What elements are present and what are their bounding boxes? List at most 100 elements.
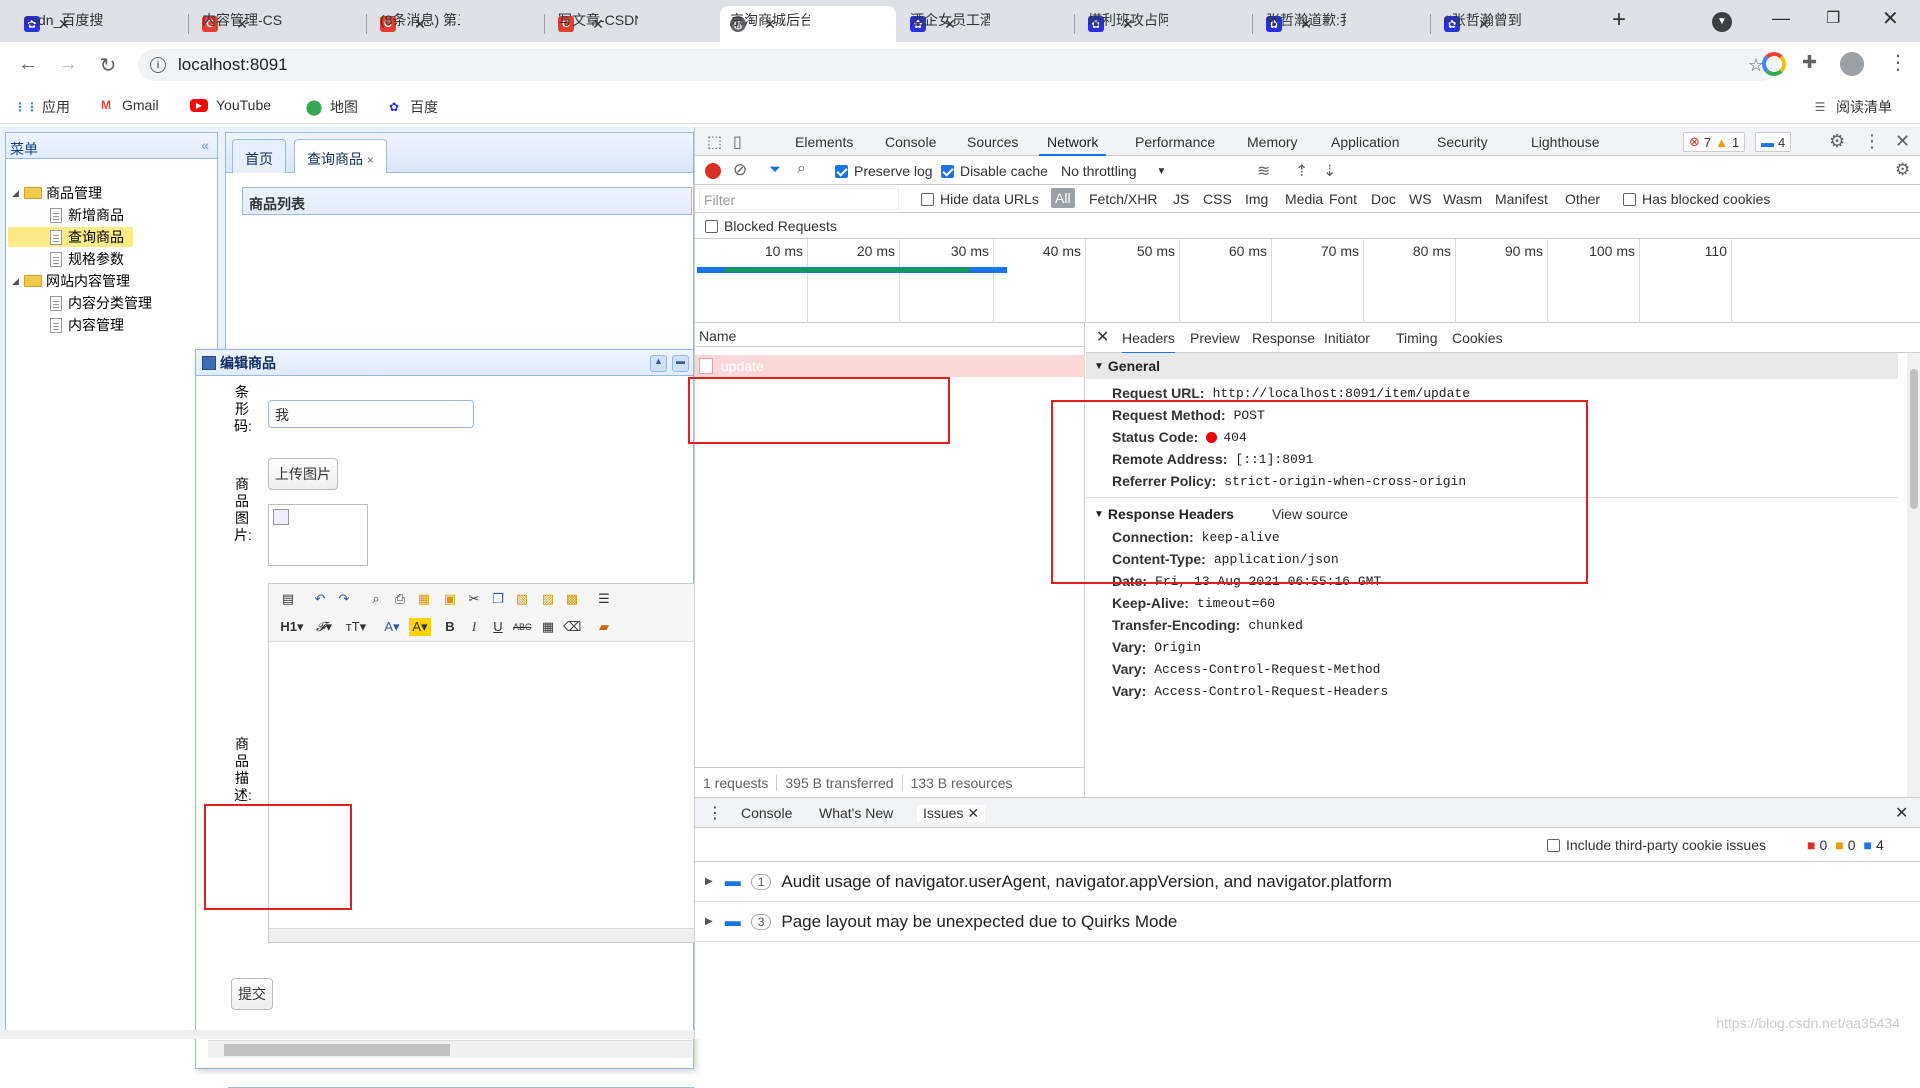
filter-input[interactable]: Filter xyxy=(699,188,899,210)
filter-funnel-icon[interactable]: ⏷ xyxy=(769,161,781,178)
devtools-tab-network[interactable]: Network xyxy=(1039,127,1107,156)
request-row-update[interactable]: update xyxy=(695,355,1085,377)
table-icon[interactable]: ▦ xyxy=(539,618,557,636)
print-icon[interactable]: ⎙ xyxy=(391,590,409,608)
clear-icon[interactable]: ⊘ xyxy=(733,160,747,180)
bookmark-gmail[interactable]: M Gmail xyxy=(98,97,159,113)
checkbox[interactable] xyxy=(1623,192,1636,206)
expand-arrow-icon[interactable]: ◢ xyxy=(12,276,24,287)
tree-folder-site-content[interactable]: ◢ 网站内容管理 xyxy=(12,271,130,291)
expand-triangle-icon[interactable]: ▶ xyxy=(705,876,713,887)
undo-icon[interactable]: ↶ xyxy=(311,590,329,608)
filter-type-doc[interactable]: Doc xyxy=(1371,191,1396,207)
search-icon[interactable]: ⌕ xyxy=(797,160,806,178)
checkbox-checked[interactable] xyxy=(941,164,954,178)
reading-list[interactable]: ☰ 阅读清单 xyxy=(1812,97,1892,117)
italic-icon[interactable]: I xyxy=(465,618,483,636)
filter-type-css[interactable]: CSS xyxy=(1203,191,1232,207)
extensions-puzzle-icon[interactable]: ✚ xyxy=(1802,52,1817,73)
name-column-header[interactable]: Name xyxy=(695,323,1084,347)
site-info-icon[interactable]: i xyxy=(150,57,166,73)
scrollbar-thumb[interactable] xyxy=(224,1044,450,1056)
horizontal-scrollbar[interactable] xyxy=(208,1040,692,1058)
font-size-icon[interactable]: ᴛT▾ xyxy=(343,618,369,636)
detail-tab-preview[interactable]: Preview xyxy=(1190,330,1240,346)
devtools-tab-console[interactable]: Console xyxy=(885,127,936,156)
reload-icon[interactable]: ↻ xyxy=(96,53,120,78)
copy-icon[interactable]: ❐ xyxy=(489,590,507,608)
profile-avatar-icon[interactable] xyxy=(1840,52,1864,76)
strikethrough-icon[interactable]: ABC xyxy=(513,618,532,636)
browser-tab[interactable]: C(8条消息) 第三✕ xyxy=(370,6,540,42)
filter-type-xhr[interactable]: Fetch/XHR xyxy=(1089,191,1157,207)
preview-icon[interactable]: ⌕ xyxy=(367,590,385,608)
browser-tab[interactable]: ✿ 酒企女员工酒 ✕ xyxy=(900,6,1070,42)
eraser-icon[interactable]: ⌫ xyxy=(563,618,581,636)
devtools-tab-memory[interactable]: Memory xyxy=(1247,127,1298,156)
paste-text-icon[interactable]: ▨ xyxy=(539,590,557,608)
upload-image-button[interactable]: 上传图片 xyxy=(268,458,338,490)
checkbox[interactable] xyxy=(921,192,934,206)
detail-tab-timing[interactable]: Timing xyxy=(1396,330,1438,346)
highlight-icon[interactable]: A▾ xyxy=(409,618,431,636)
editor-content-area[interactable] xyxy=(269,642,697,940)
address-bar[interactable]: i localhost:8091 ☆ xyxy=(138,49,1778,81)
filter-type-media[interactable]: Media xyxy=(1285,191,1323,207)
checkbox[interactable] xyxy=(1547,838,1560,852)
drawer-tab-issues[interactable]: Issues ✕ xyxy=(917,805,986,822)
disable-cache-checkbox[interactable]: Disable cache xyxy=(941,163,1048,179)
collapse-icon[interactable]: « xyxy=(201,137,209,153)
forward-arrow-icon[interactable]: → xyxy=(56,53,80,76)
devtools-tab-sources[interactable]: Sources xyxy=(967,127,1018,156)
tree-item-add-product[interactable]: 新增商品 xyxy=(50,205,124,225)
browser-tab[interactable]: ✿csdn_百度搜索✕ xyxy=(14,6,184,42)
filter-type-ws[interactable]: WS xyxy=(1409,191,1432,207)
import-har-icon[interactable]: ⇡ xyxy=(1295,161,1308,181)
devtools-close-icon[interactable]: ✕ xyxy=(1895,131,1910,152)
bookmark-apps[interactable]: ⋮⋮ 应用 xyxy=(14,97,70,117)
underline-icon[interactable]: U xyxy=(489,618,507,636)
tab-search-icon[interactable]: ▼ xyxy=(1712,12,1732,32)
issue-row[interactable]: ▶ ▬ 3 Page layout may be unexpected due … xyxy=(695,902,1920,942)
details-close-icon[interactable]: ✕ xyxy=(1096,327,1109,347)
export-har-icon[interactable]: ⇣ xyxy=(1323,161,1336,181)
browser-tab[interactable]: ✿ 张哲瀚道歉:我 ✕ xyxy=(1256,6,1426,42)
drawer-close-icon[interactable]: ✕ xyxy=(1895,803,1908,823)
filter-type-other[interactable]: Other xyxy=(1565,191,1600,207)
drawer-tab-whats-new[interactable]: What's New xyxy=(819,805,893,821)
code-icon[interactable]: ▣ xyxy=(441,590,459,608)
minimize-icon[interactable]: — xyxy=(1772,8,1790,29)
preserve-log-checkbox[interactable]: Preserve log xyxy=(835,163,933,179)
close-icon[interactable]: ✕ xyxy=(967,805,979,821)
tree-item-query-product[interactable]: 查询商品 xyxy=(8,227,133,247)
minimize-panel-icon[interactable]: ▬ xyxy=(672,355,689,372)
filter-type-img[interactable]: Img xyxy=(1245,191,1268,207)
filter-type-js[interactable]: JS xyxy=(1173,191,1189,207)
cut-icon[interactable]: ✂ xyxy=(465,590,483,608)
heading-icon[interactable]: H1▾ xyxy=(279,618,305,636)
details-scrollbar[interactable] xyxy=(1907,353,1920,797)
paste-word-icon[interactable]: ▩ xyxy=(563,590,581,608)
checkbox[interactable] xyxy=(705,219,718,233)
drawer-tab-console[interactable]: Console xyxy=(741,805,792,821)
devtools-tab-elements[interactable]: Elements xyxy=(795,127,853,156)
tree-item-spec-params[interactable]: 规格参数 xyxy=(50,249,124,269)
detail-tab-response[interactable]: Response xyxy=(1252,330,1315,346)
collapse-panel-icon[interactable]: ▲ xyxy=(650,355,667,372)
browser-tab[interactable]: ✿ 塔利班攻占阿 ✕ xyxy=(1078,6,1248,42)
new-tab-button[interactable]: + xyxy=(1612,6,1626,34)
hide-data-urls-checkbox[interactable]: Hide data URLs xyxy=(921,191,1039,207)
detail-tab-cookies[interactable]: Cookies xyxy=(1452,330,1503,346)
devtools-tab-performance[interactable]: Performance xyxy=(1135,127,1215,156)
devtools-menu-icon[interactable]: ⋮ xyxy=(1863,131,1881,152)
devtools-tab-security[interactable]: Security xyxy=(1437,127,1488,156)
filter-type-font[interactable]: Font xyxy=(1329,191,1357,207)
tree-item-content-category[interactable]: 内容分类管理 xyxy=(50,293,152,313)
scrollbar-thumb[interactable] xyxy=(1910,369,1918,509)
barcode-input[interactable]: 我 xyxy=(268,400,474,428)
browser-tab[interactable]: ✿#张哲瀚曾到日✕ xyxy=(1434,6,1604,42)
bookmark-youtube[interactable]: ▶ YouTube xyxy=(190,97,271,113)
tab-query-product[interactable]: 查询商品 × xyxy=(294,139,387,173)
filter-type-all[interactable]: All xyxy=(1051,188,1075,208)
filter-type-wasm[interactable]: Wasm xyxy=(1443,191,1482,207)
